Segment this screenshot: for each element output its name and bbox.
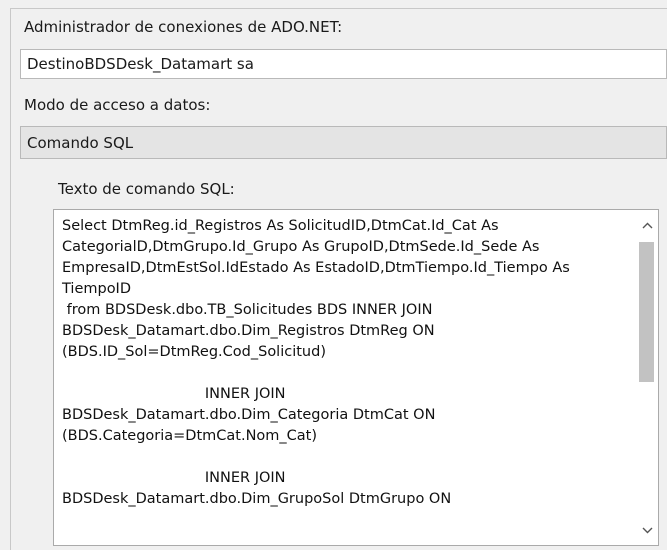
sql-line: (BDS.Categoria=DtmCat.Nom_Cat) [62, 428, 318, 444]
sql-line: BDSDesk_Datamart.dbo.Dim_GrupoSol DtmGru… [62, 491, 452, 507]
chevron-down-icon [642, 527, 652, 533]
sql-line: INNER JOIN [62, 386, 286, 402]
sql-line: (BDS.ID_Sol=DtmReg.Cod_Solicitud) [62, 344, 326, 360]
data-access-mode-value: Comando SQL [27, 133, 134, 152]
vertical-scrollbar[interactable] [636, 210, 658, 545]
data-access-mode-label: Modo de acceso a datos: [24, 96, 211, 114]
sql-command-textarea[interactable]: Select DtmReg.id_Registros As SolicitudI… [53, 209, 659, 546]
sql-command-label: Texto de comando SQL: [58, 180, 235, 198]
scroll-thumb[interactable] [639, 242, 654, 382]
sql-line: TiempoID [62, 281, 132, 297]
sql-line: Select DtmReg.id_Registros As SolicitudI… [62, 218, 499, 234]
sql-command-text[interactable]: Select DtmReg.id_Registros As SolicitudI… [62, 216, 628, 510]
connection-manager-label: Administrador de conexiones de ADO.NET: [24, 18, 343, 36]
chevron-up-icon [642, 222, 652, 228]
sql-line: BDSDesk_Datamart.dbo.Dim_Categoria DtmCa… [62, 407, 436, 423]
sql-line: BDSDesk_Datamart.dbo.Dim_Registros DtmRe… [62, 323, 435, 339]
connection-manager-field[interactable]: DestinoBDSDesk_Datamart sa [20, 49, 667, 79]
sql-line: CategorialD,DtmGrupo.Id_Grupo As GrupoID… [62, 239, 540, 255]
sql-line: EmpresaID,DtmEstSol.IdEstado As EstadoID… [62, 260, 570, 276]
sql-line: INNER JOIN [62, 470, 286, 486]
connection-manager-value: DestinoBDSDesk_Datamart sa [27, 55, 254, 73]
sql-line: from BDSDesk.dbo.TB_Solicitudes BDS INNE… [62, 302, 433, 318]
data-access-mode-select[interactable]: Comando SQL [20, 126, 667, 159]
scroll-up-button[interactable] [636, 212, 658, 238]
scroll-down-button[interactable] [636, 517, 658, 543]
